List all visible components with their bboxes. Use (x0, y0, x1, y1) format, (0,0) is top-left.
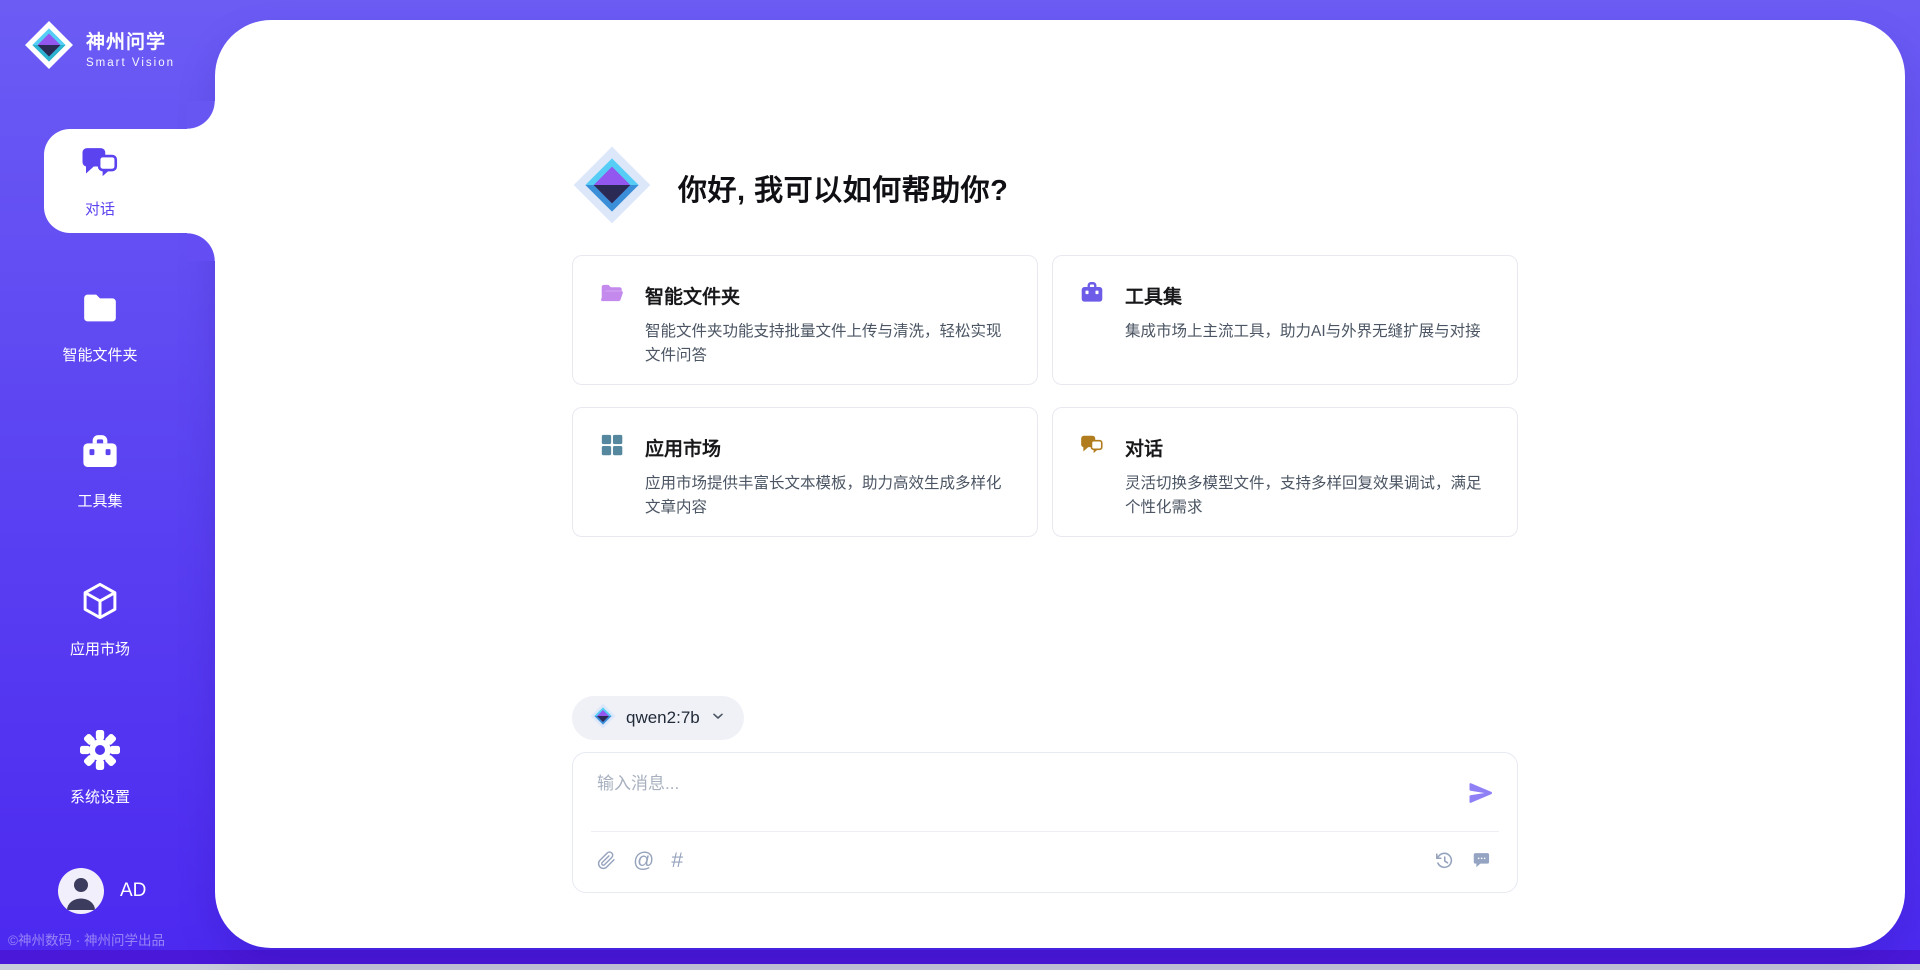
copyright-text: ©神州数码 · 神州问学出品 (8, 929, 165, 949)
user-name: AD (120, 880, 146, 902)
folder-icon (79, 288, 121, 333)
toolbox-icon (79, 432, 121, 479)
card-description: 集成市场上主流工具，助力AI与外界无缝扩展与对接 (1125, 320, 1491, 344)
chat-bubbles-icon (1079, 432, 1105, 463)
sidebar-item-label: 工具集 (77, 490, 122, 511)
bottom-strip-dark (0, 950, 1920, 964)
chat-bubble-icon[interactable] (1472, 850, 1493, 871)
mention-icon[interactable]: @ (633, 850, 654, 871)
sidebar-item-settings[interactable]: 系统设置 (0, 730, 200, 807)
paperclip-icon[interactable] (597, 851, 616, 870)
send-icon[interactable] (1467, 779, 1495, 807)
message-input[interactable] (597, 769, 1417, 825)
diamond-logo-icon (590, 703, 616, 734)
tab-fillet-top (187, 101, 215, 129)
tab-fillet-bottom (187, 233, 215, 261)
message-composer: @ # (572, 752, 1518, 893)
app-root: 神州问学 Smart Vision 对话 (0, 0, 1920, 970)
open-folder-icon (599, 280, 625, 311)
toolbox-icon (1079, 280, 1105, 311)
greeting-title: 你好, 我可以如何帮助你? (678, 167, 1008, 209)
sidebar-item-app-market[interactable]: 应用市场 (0, 580, 200, 659)
card-title: 工具集 (1125, 282, 1182, 309)
card-app-market[interactable]: 应用市场 应用市场提供丰富长文本模板，助力高效生成多样化文章内容 (572, 407, 1038, 537)
sidebar-item-toolset[interactable]: 工具集 (0, 432, 200, 511)
card-description: 灵活切换多模型文件，支持多样回复效果调试，满足个性化需求 (1125, 472, 1491, 520)
card-title: 对话 (1125, 434, 1163, 461)
card-description: 智能文件夹功能支持批量文件上传与清洗，轻松实现文件问答 (645, 320, 1011, 368)
app-logo: 神州问学 Smart Vision (24, 20, 175, 75)
sidebar-item-label: 应用市场 (70, 638, 130, 659)
app-subtitle: Smart Vision (86, 57, 175, 69)
card-chat[interactable]: 对话 灵活切换多模型文件，支持多样回复效果调试，满足个性化需求 (1052, 407, 1518, 537)
person-icon (58, 901, 104, 914)
history-icon[interactable] (1434, 850, 1455, 871)
sidebar-item-chat[interactable]: 对话 (44, 129, 216, 233)
sidebar: 神州问学 Smart Vision 对话 (0, 0, 215, 950)
card-title: 智能文件夹 (645, 282, 740, 309)
diamond-logo-icon (572, 145, 652, 230)
bottom-strip-light (0, 964, 1920, 970)
hashtag-icon[interactable]: # (671, 850, 683, 871)
chat-bubbles-icon (79, 142, 121, 189)
user-profile[interactable]: AD (58, 868, 146, 914)
blocks-icon (599, 432, 625, 463)
greeting-block: 你好, 我可以如何帮助你? (572, 145, 1008, 230)
card-smart-folder[interactable]: 智能文件夹 智能文件夹功能支持批量文件上传与清洗，轻松实现文件问答 (572, 255, 1038, 385)
model-selector[interactable]: qwen2:7b (572, 696, 744, 740)
gear-icon (80, 730, 120, 775)
diamond-logo-icon (24, 20, 74, 75)
feature-cards: 智能文件夹 智能文件夹功能支持批量文件上传与清洗，轻松实现文件问答 工具集 集成… (572, 255, 1518, 537)
chevron-down-icon (710, 708, 726, 729)
card-toolset[interactable]: 工具集 集成市场上主流工具，助力AI与外界无缝扩展与对接 (1052, 255, 1518, 385)
sidebar-item-smart-folder[interactable]: 智能文件夹 (0, 288, 200, 365)
card-title: 应用市场 (645, 434, 721, 461)
sidebar-item-label: 智能文件夹 (62, 344, 137, 365)
app-name: 神州问学 (86, 27, 175, 54)
cube-icon (79, 580, 121, 627)
model-name: qwen2:7b (626, 708, 700, 728)
sidebar-item-label: 对话 (85, 198, 115, 219)
sidebar-item-label: 系统设置 (70, 786, 130, 807)
avatar (58, 868, 104, 914)
card-description: 应用市场提供丰富长文本模板，助力高效生成多样化文章内容 (645, 472, 1011, 520)
composer-toolbar: @ # (597, 845, 1493, 875)
composer-divider (591, 831, 1499, 832)
